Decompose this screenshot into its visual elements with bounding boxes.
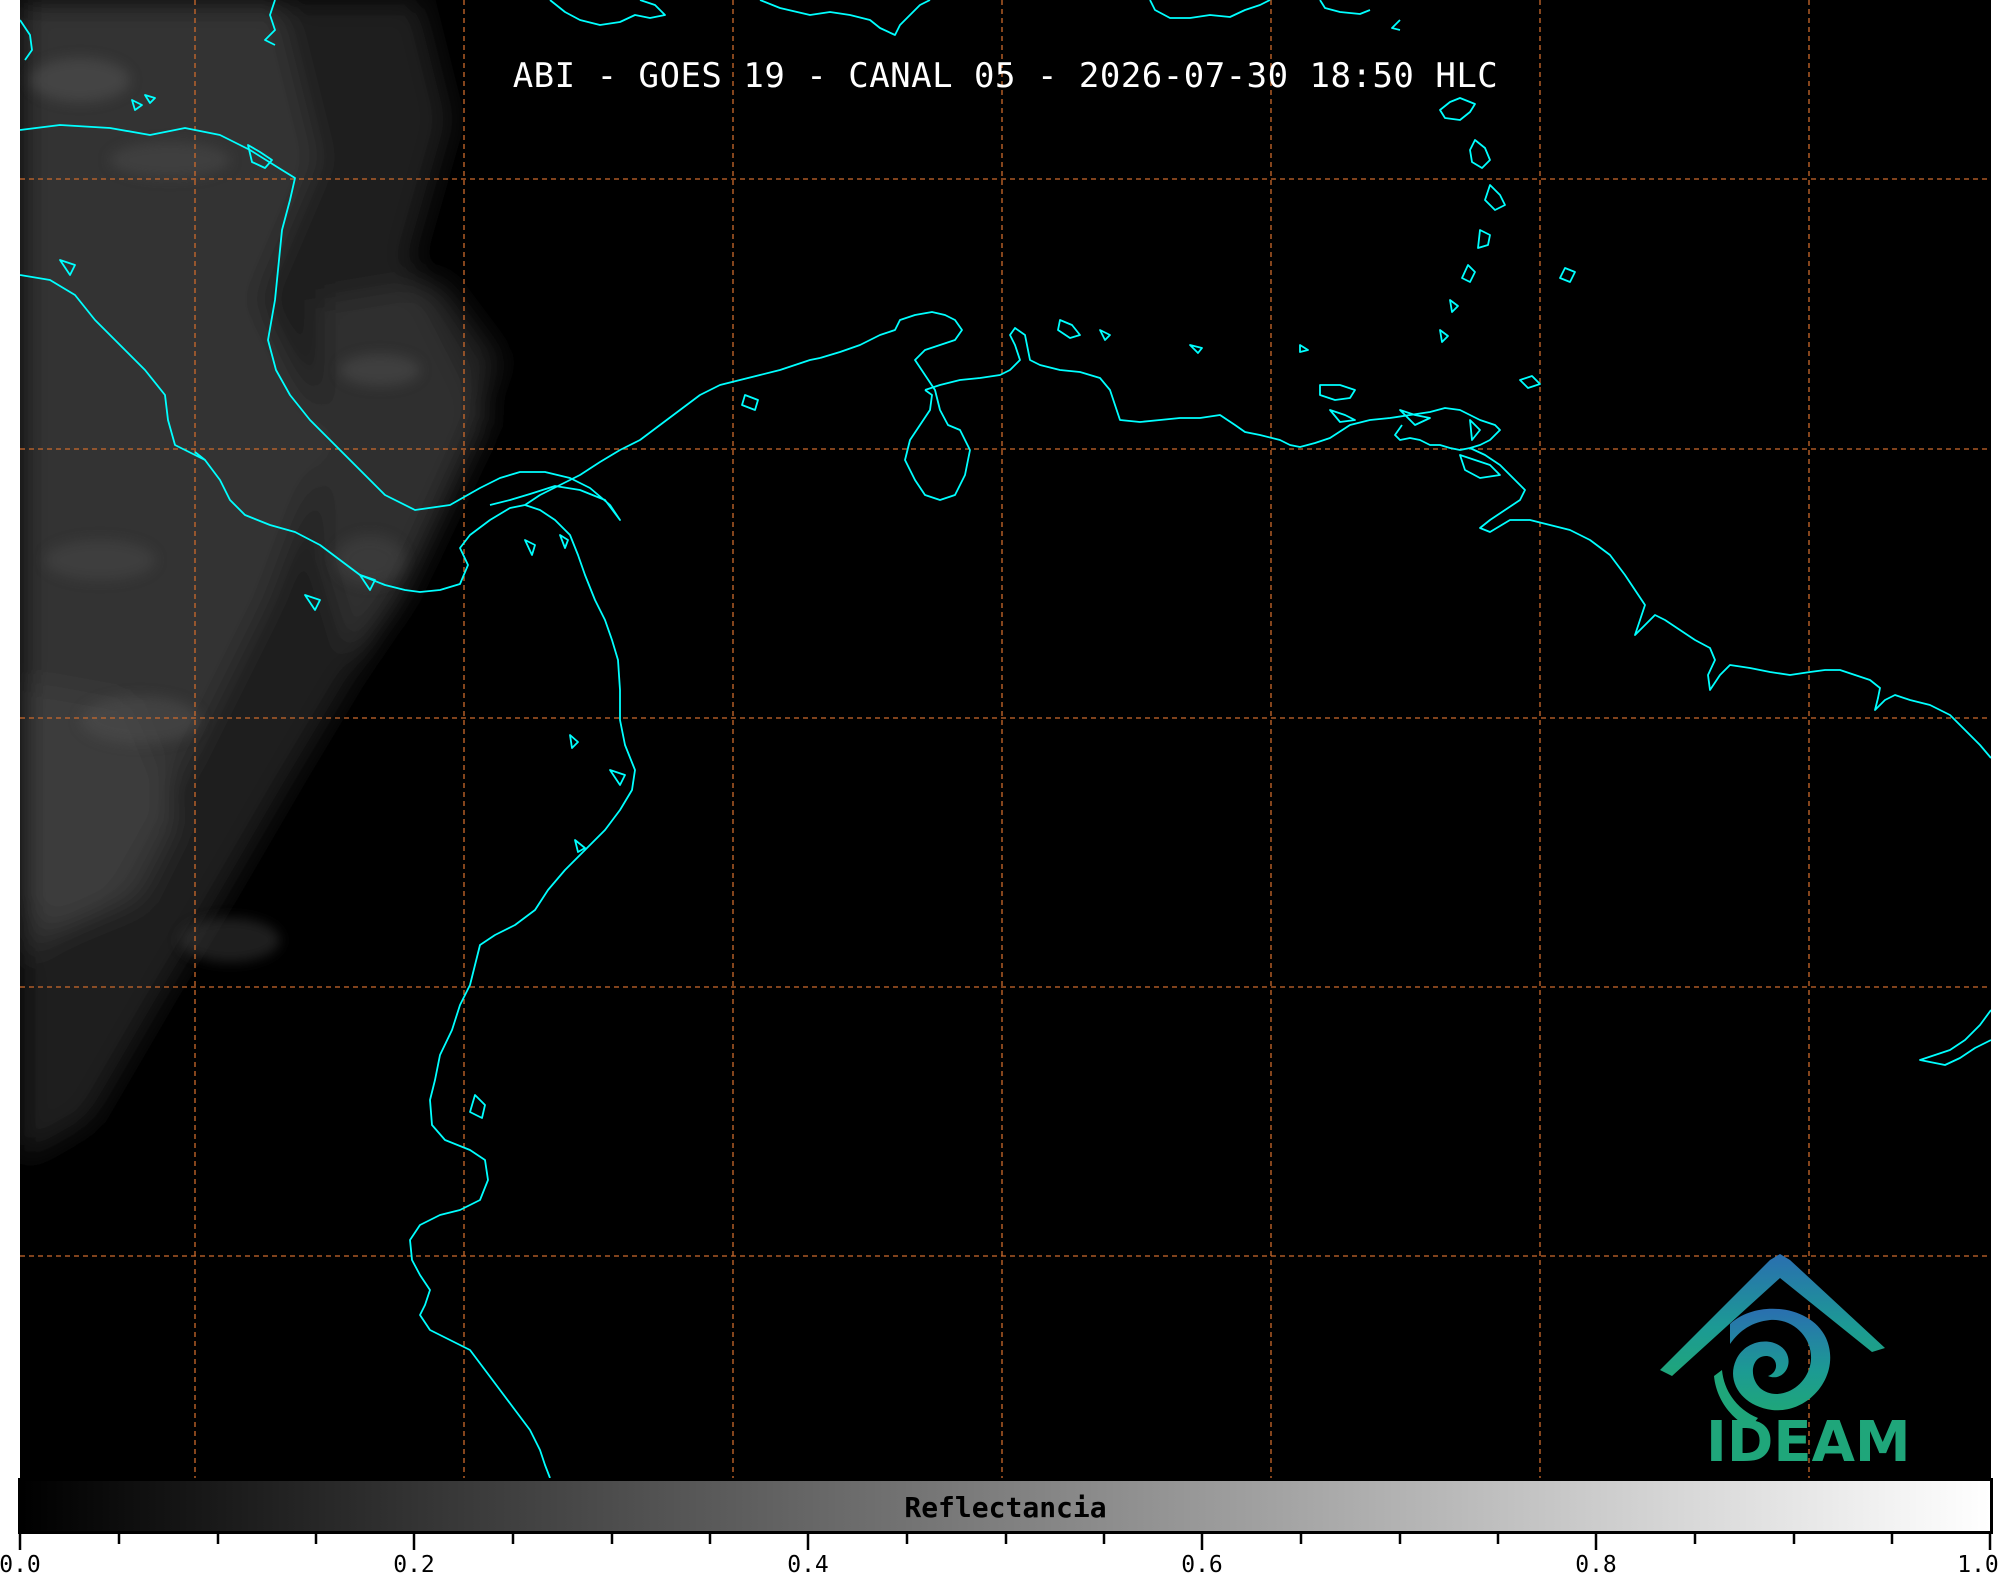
colorbar-label: Reflectancia xyxy=(904,1491,1107,1524)
satellite-map: ABI - GOES 19 - CANAL 05 - 2026-07-30 18… xyxy=(20,0,1991,1478)
colorbar-tick-label: 1.0 xyxy=(1957,1552,1999,1578)
colorbar-ticks xyxy=(18,1534,1992,1550)
colorbar-tick-label: 0.4 xyxy=(787,1552,829,1578)
cloud-cover xyxy=(20,0,500,1160)
colorbar-tick-label: 0.2 xyxy=(393,1552,435,1578)
colorbar: Reflectancia xyxy=(18,1478,1993,1534)
ideam-logo-text: IDEAM xyxy=(1706,1410,1911,1475)
colorbar-tick-label: 0.6 xyxy=(1181,1552,1223,1578)
colorbar-tick-label: 0.0 xyxy=(0,1552,41,1578)
colorbar-tick-label: 0.8 xyxy=(1575,1552,1617,1578)
map-title: ABI - GOES 19 - CANAL 05 - 2026-07-30 18… xyxy=(512,56,1499,96)
